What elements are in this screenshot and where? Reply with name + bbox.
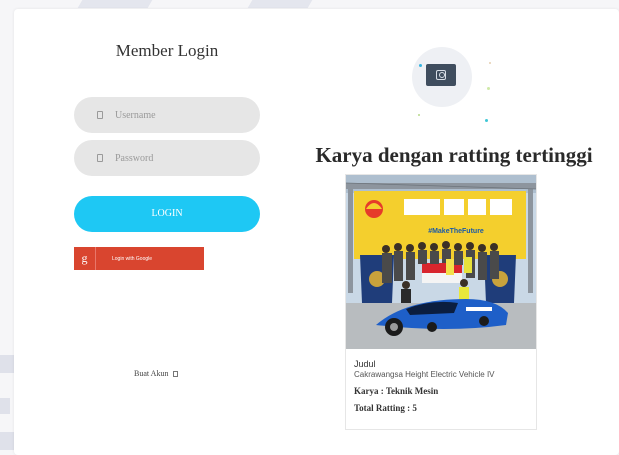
- decor-dot: [418, 114, 420, 116]
- login-button[interactable]: LOGIN: [74, 196, 260, 232]
- monitor-user-icon: [426, 64, 456, 86]
- project-meta: Judul Cakrawangsa Height Electric Vehicl…: [354, 359, 532, 413]
- register-link[interactable]: Buat Akun: [134, 369, 234, 378]
- background-stripe: [0, 432, 14, 450]
- project-photo-image: #MakeTheFuture: [346, 175, 536, 349]
- register-label: Buat Akun: [134, 369, 169, 378]
- background-stripe: [77, 0, 153, 8]
- project-photo[interactable]: #MakeTheFuture: [346, 175, 536, 349]
- rating-info: Total Ratting : 5: [354, 403, 417, 413]
- password-field[interactable]: [74, 140, 260, 176]
- user-icon: [436, 70, 446, 80]
- google-icon: g: [74, 247, 96, 270]
- lock-icon: [97, 154, 103, 162]
- username-input[interactable]: [115, 109, 255, 121]
- google-login-button[interactable]: g Login with Google: [74, 247, 204, 270]
- karya-info: Karya : Teknik Mesin: [354, 386, 439, 396]
- header-illustration: [403, 39, 491, 122]
- user-icon: [97, 111, 103, 119]
- judul-label: Judul: [354, 359, 376, 369]
- featured-project-card[interactable]: #MakeTheFuture Judul Cakrawangsa Height …: [345, 174, 537, 430]
- decor-dot: [419, 64, 422, 67]
- svg-text:#MakeTheFuture: #MakeTheFuture: [428, 228, 484, 235]
- featured-heading: Karya dengan ratting tertinggi: [315, 143, 593, 167]
- decor-dot: [487, 87, 490, 90]
- background-stripe: [247, 0, 313, 8]
- pencil-icon: [173, 370, 179, 377]
- google-login-label: Login with Google: [112, 255, 153, 262]
- login-title: Member Login: [115, 41, 219, 60]
- password-input[interactable]: [115, 152, 255, 164]
- decor-dot: [489, 62, 491, 64]
- decor-dot: [485, 119, 488, 122]
- username-field[interactable]: [74, 97, 260, 133]
- background-stripe: [0, 398, 10, 414]
- background-stripe: [0, 355, 14, 373]
- login-card: Member Login LOGIN g Login with Google B…: [14, 9, 619, 455]
- project-title[interactable]: Cakrawangsa Height Electric Vehicle IV: [354, 370, 532, 379]
